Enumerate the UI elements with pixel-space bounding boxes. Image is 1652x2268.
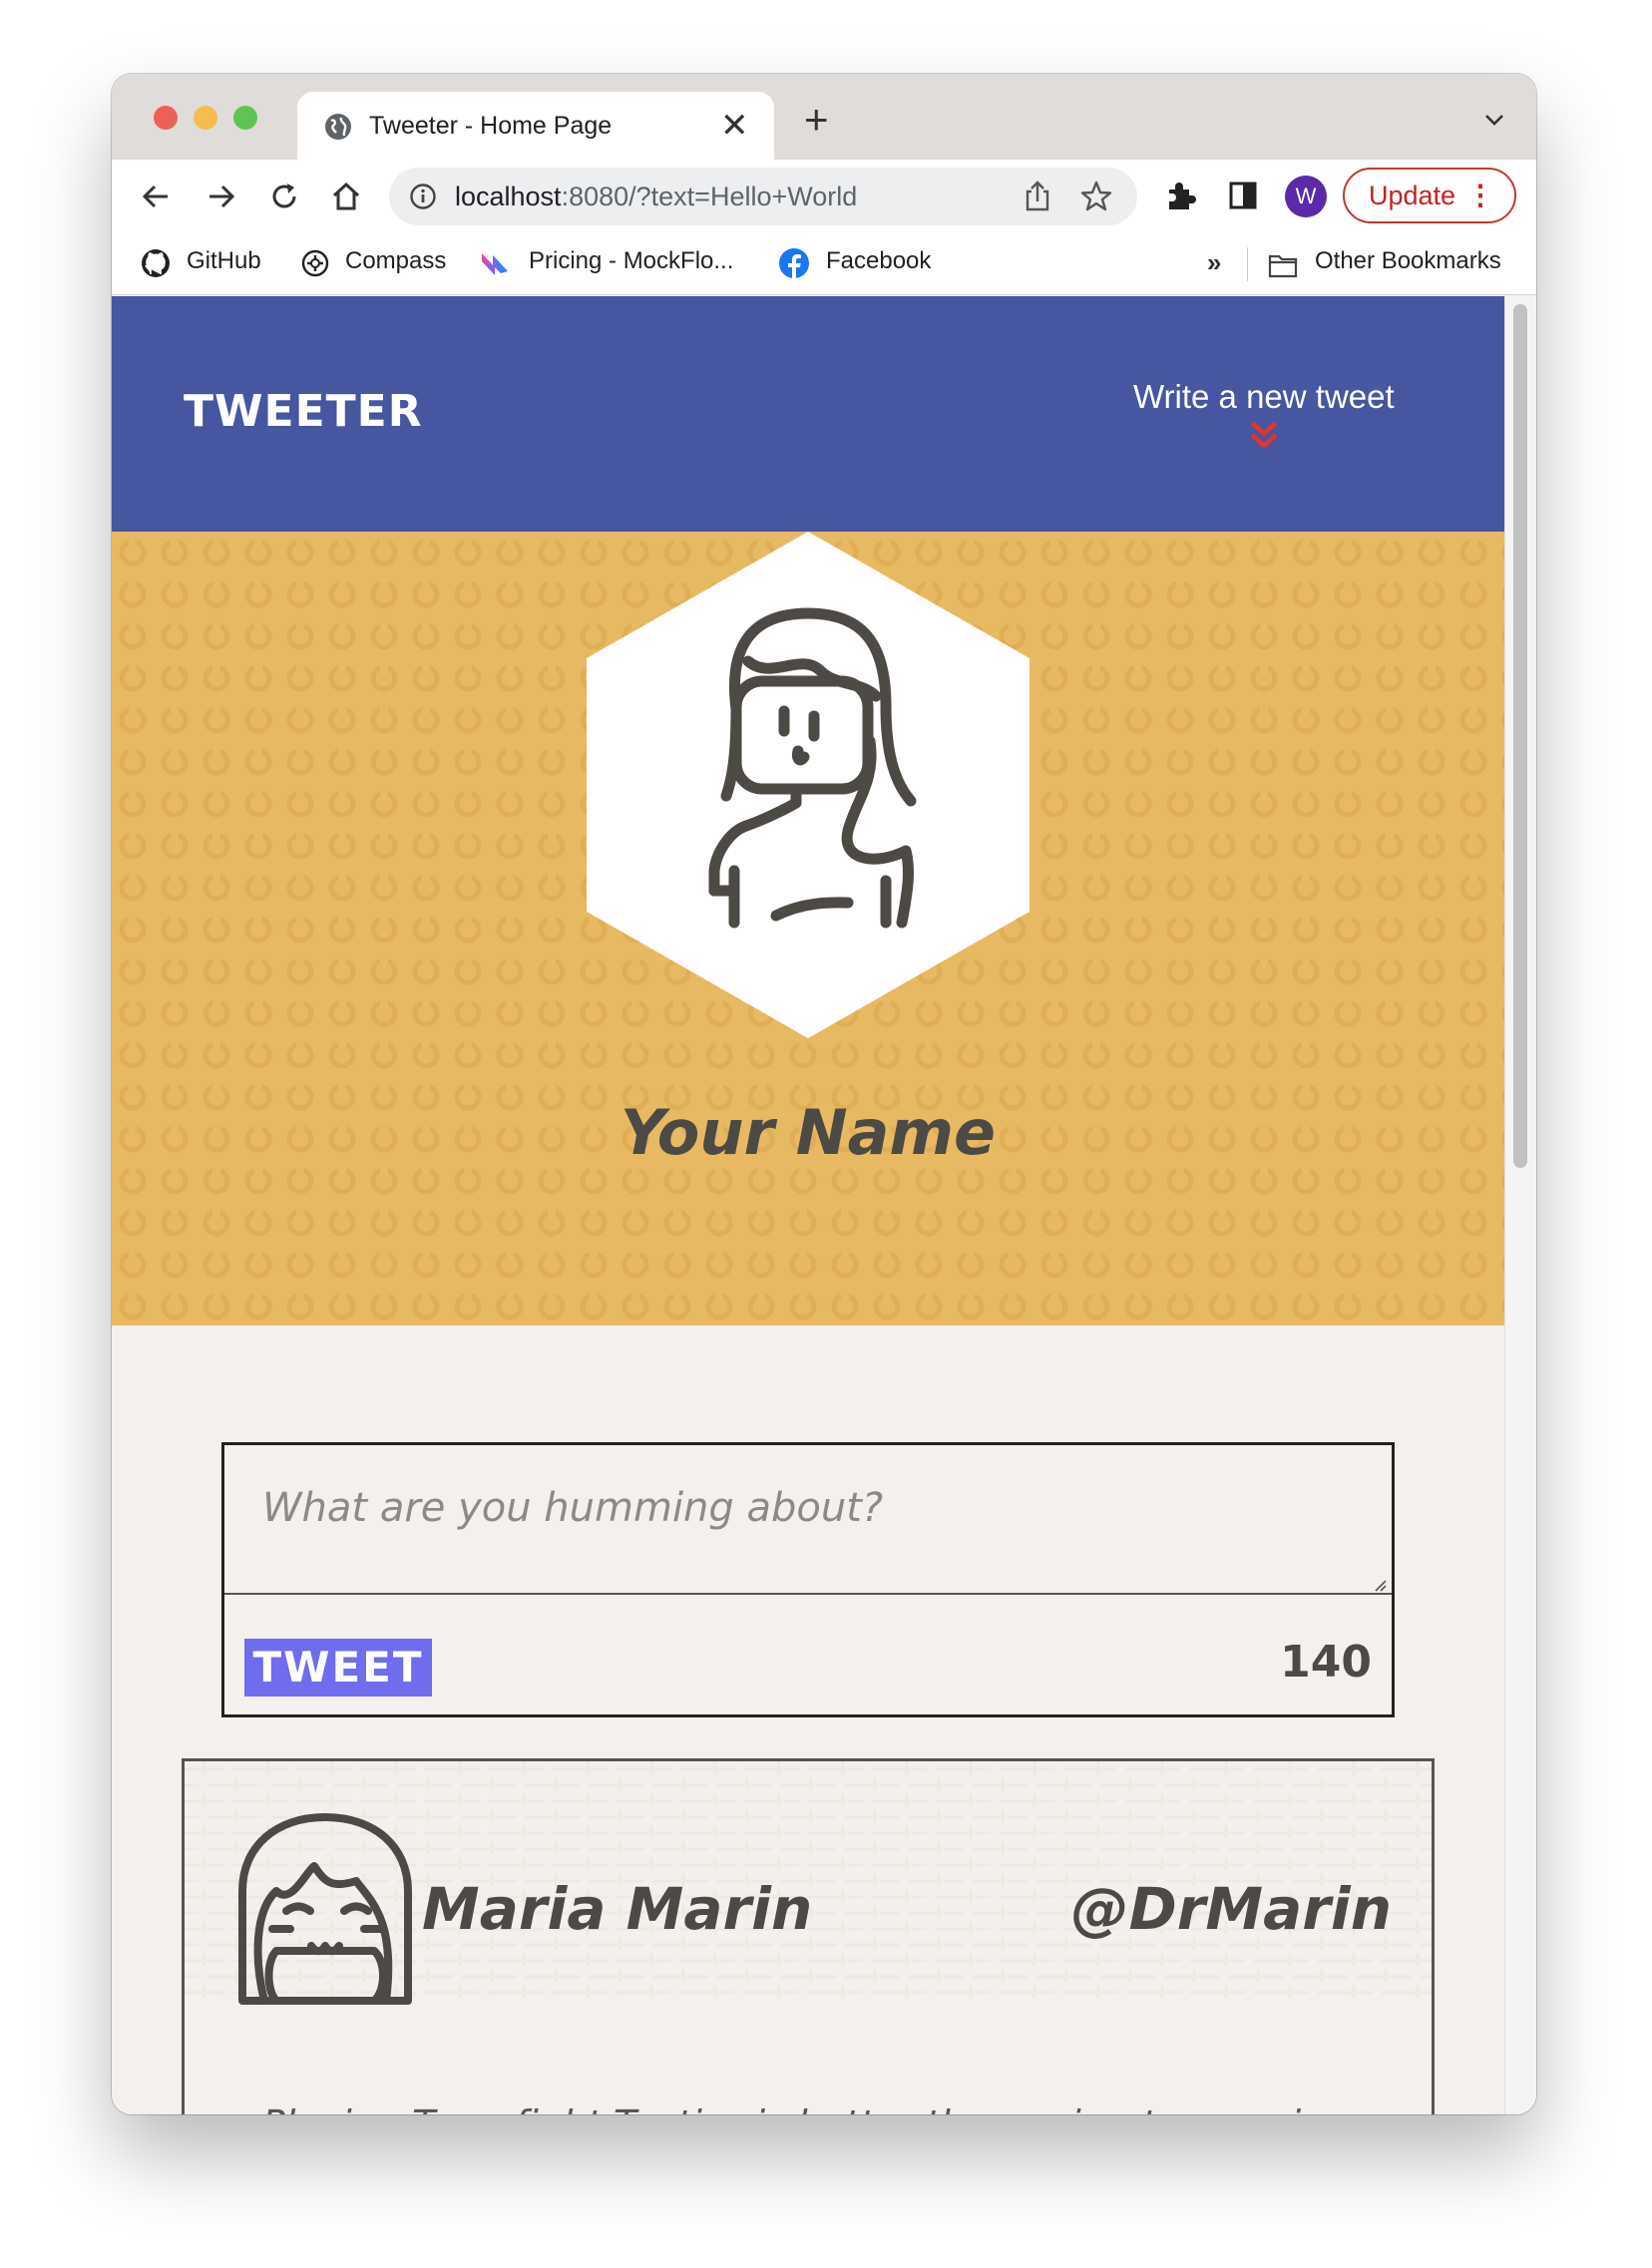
write-new-tweet-link[interactable]: Write a new tweet	[1133, 378, 1395, 416]
profile-avatar-hexagon	[587, 532, 1030, 1038]
facebook-icon	[779, 248, 809, 278]
profile-header: Your Name	[112, 532, 1504, 1325]
bookmark-compass[interactable]: Compass	[345, 247, 446, 275]
mockflow-icon	[482, 253, 508, 275]
brand-logo[interactable]: TWEETER	[184, 386, 423, 437]
profile-name: Your Name	[620, 1096, 997, 1169]
url-text: localhost:8080/?text=Hello+World	[455, 182, 858, 211]
close-window-button[interactable]	[154, 106, 178, 130]
back-arrow-icon[interactable]	[138, 178, 176, 215]
update-label: Update	[1369, 181, 1456, 210]
chevron-down-icon[interactable]	[1482, 108, 1506, 132]
compose-tweet-form: TWEET 140	[221, 1442, 1395, 1717]
address-bar[interactable]: localhost:8080/?text=Hello+World	[389, 168, 1137, 225]
tweet-card: Maria Marin @DrMarin Playing Teamfight T…	[182, 1758, 1435, 2114]
tweet-submit-button[interactable]: TWEET	[244, 1639, 432, 1697]
profile-avatar[interactable]: W	[1285, 176, 1327, 217]
page-scrollbar[interactable]	[1504, 296, 1536, 2114]
compass-icon	[301, 249, 329, 277]
new-tab-button[interactable]: +	[804, 99, 829, 141]
other-bookmarks[interactable]: Other Bookmarks	[1315, 247, 1501, 275]
site-info-icon[interactable]	[409, 183, 437, 210]
side-panel-icon[interactable]	[1227, 180, 1259, 211]
tab-close-icon[interactable]: ✕	[720, 106, 749, 146]
tab-strip: Tweeter - Home Page ✕ +	[112, 74, 1536, 160]
tab-title: Tweeter - Home Page	[369, 112, 613, 140]
github-icon	[142, 249, 170, 277]
share-icon[interactable]	[1022, 180, 1053, 213]
double-chevron-down-icon[interactable]	[1247, 418, 1281, 452]
bookmark-github[interactable]: GitHub	[187, 247, 261, 275]
update-button[interactable]: Update ⋮	[1343, 168, 1516, 223]
tab-home-page[interactable]: Tweeter - Home Page ✕	[297, 92, 774, 160]
bookmarks-divider	[1247, 247, 1248, 281]
bookmark-star-icon[interactable]	[1079, 180, 1113, 213]
bookmarks-bar: GitHub Compass Pricing - MockFlo... Face…	[112, 233, 1536, 295]
forward-arrow-icon[interactable]	[202, 178, 239, 215]
tweet-textarea[interactable]	[224, 1445, 1392, 1595]
globe-icon	[325, 114, 351, 140]
browser-toolbar: localhost:8080/?text=Hello+World W Updat…	[112, 160, 1536, 233]
more-vertical-icon: ⋮	[1466, 180, 1494, 210]
folder-icon	[1268, 254, 1298, 278]
more-bookmarks-button[interactable]: »	[1207, 247, 1221, 278]
tweet-author-handle: @DrMarin	[1070, 1875, 1392, 1943]
maximize-window-button[interactable]	[233, 106, 257, 130]
character-counter: 140	[1280, 1637, 1372, 1688]
resize-grip-icon[interactable]	[1372, 1577, 1388, 1593]
reload-icon[interactable]	[265, 178, 303, 215]
minimize-window-button[interactable]	[194, 106, 217, 130]
bookmark-facebook[interactable]: Facebook	[826, 247, 931, 275]
extensions-puzzle-icon[interactable]	[1163, 178, 1199, 213]
page-viewport: TWEETER Write a new tweet Your Name What…	[112, 296, 1504, 2114]
browser-window: Tweeter - Home Page ✕ + localhost:8080/?…	[112, 74, 1536, 2114]
tweet-author-name: Maria Marin	[422, 1875, 813, 1943]
home-icon[interactable]	[327, 178, 365, 215]
girl-avatar-icon	[238, 1813, 412, 2005]
site-navbar: TWEETER Write a new tweet	[112, 296, 1504, 532]
bookmark-pricing-mockflow[interactable]: Pricing - MockFlo...	[529, 247, 733, 275]
tweet-text: Playing Teamfight Tactics is better than…	[262, 2102, 1349, 2114]
scrollbar-thumb[interactable]	[1513, 304, 1527, 1168]
